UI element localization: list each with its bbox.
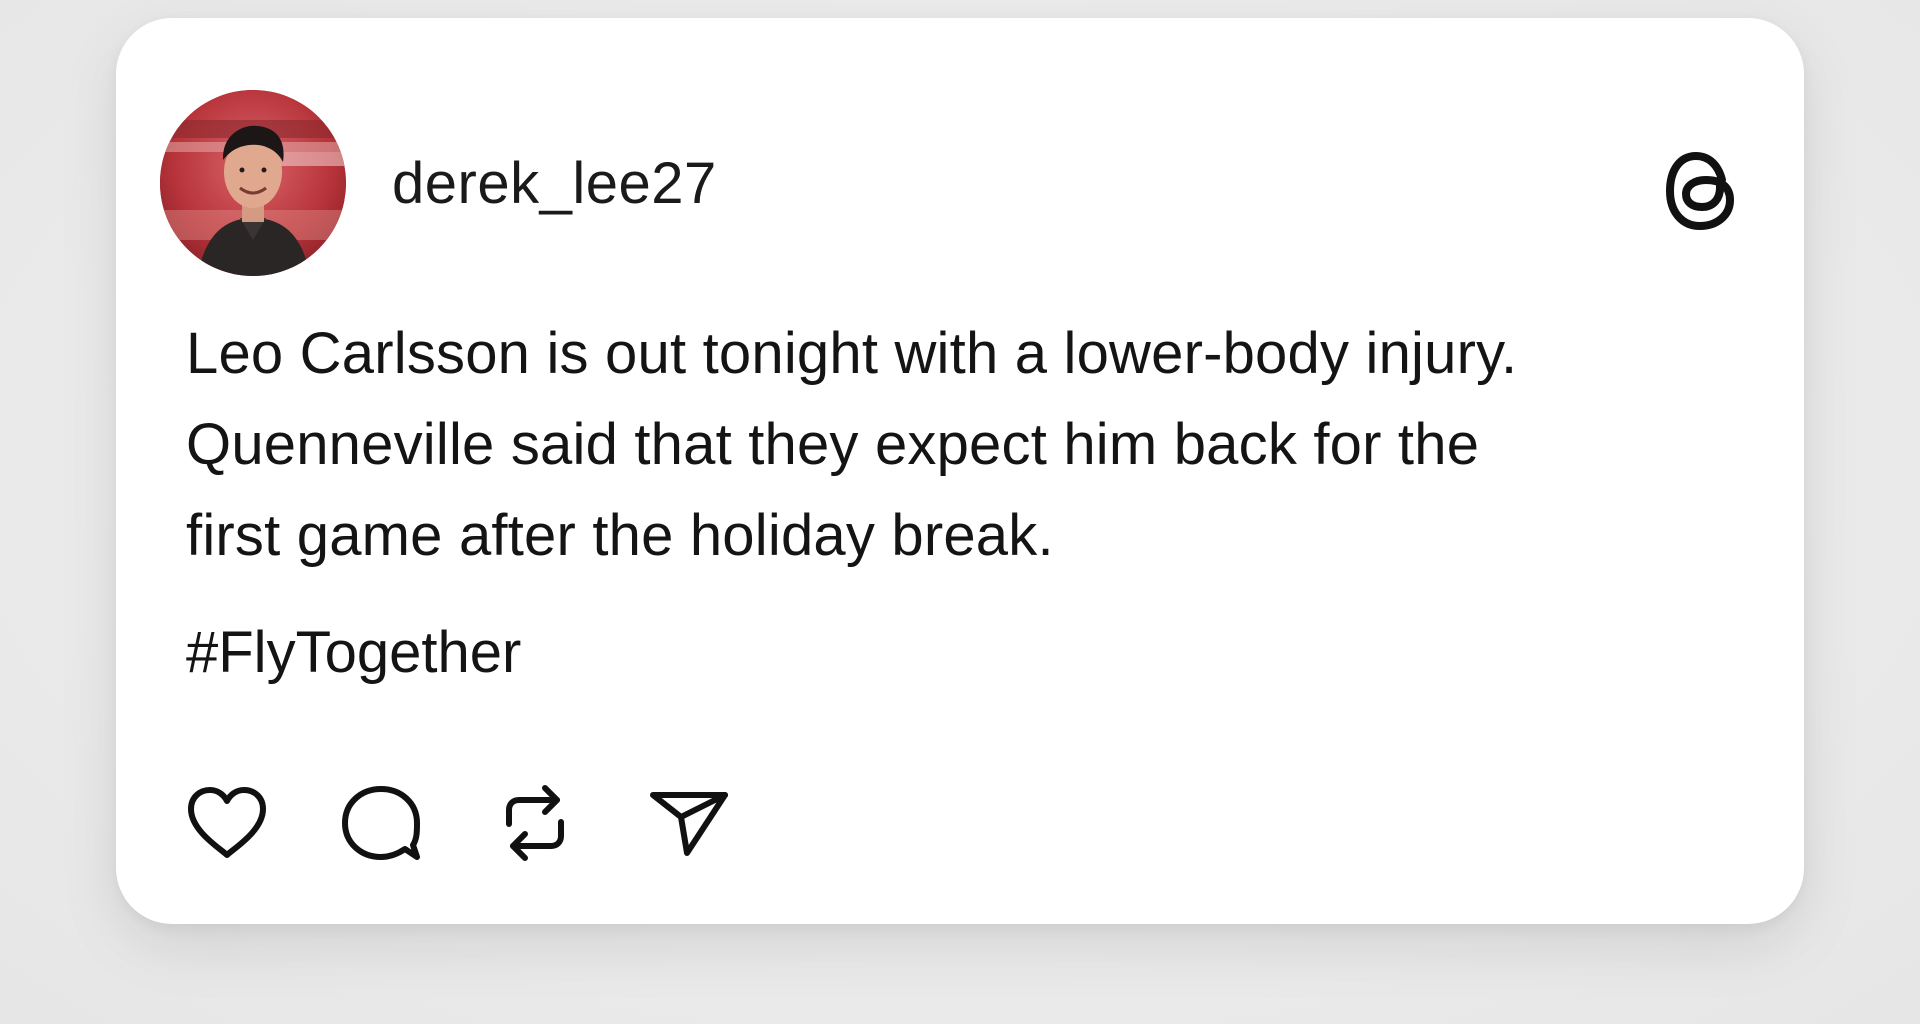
comment-bubble-icon: [342, 786, 420, 860]
post-text-line-3: first game after the holiday break.: [186, 503, 1054, 568]
threads-logo-icon[interactable]: [1660, 146, 1744, 236]
screenshot-background: derek_lee27 Leo Carlsson is out tonight …: [0, 0, 1920, 1024]
send-paper-plane-icon: [650, 792, 728, 856]
avatar-photo: [160, 90, 346, 276]
post-actions-bar: [182, 773, 798, 873]
like-button[interactable]: [182, 778, 272, 868]
comment-button[interactable]: [336, 778, 426, 868]
post-text-line-1: Leo Carlsson is out tonight with a lower…: [186, 321, 1518, 386]
repost-button[interactable]: [490, 778, 580, 868]
username[interactable]: derek_lee27: [392, 150, 717, 217]
share-button[interactable]: [644, 778, 734, 868]
post-text-line-2: Quenneville said that they expect him ba…: [186, 412, 1480, 477]
threads-post-card: derek_lee27 Leo Carlsson is out tonight …: [116, 18, 1804, 924]
user-avatar[interactable]: [160, 90, 346, 276]
heart-icon: [188, 787, 266, 858]
post-text: Leo Carlsson is out tonight with a lower…: [186, 308, 1746, 581]
hashtag-link[interactable]: #FlyTogether: [186, 618, 521, 688]
repost-arrows-icon: [506, 785, 564, 861]
post-header: derek_lee27: [160, 88, 1744, 278]
